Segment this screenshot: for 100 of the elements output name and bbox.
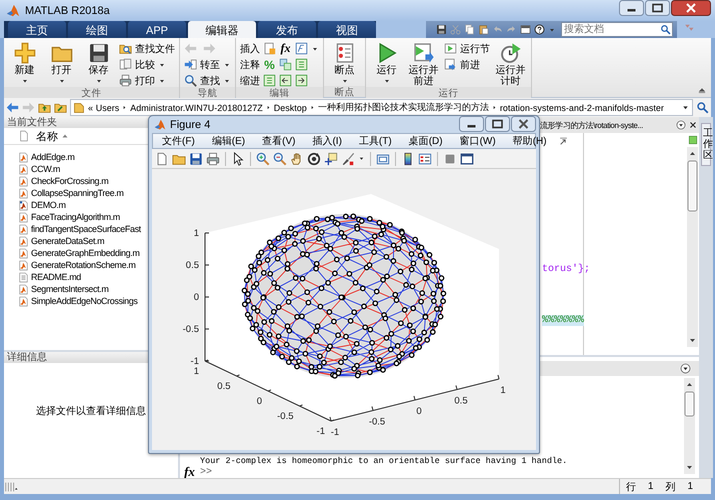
ribbon-tab[interactable]: 主页 — [8, 21, 66, 38]
column-name[interactable]: 名称 — [36, 128, 69, 144]
scrollbar[interactable] — [687, 147, 698, 347]
function-browser-button[interactable]: fx — [182, 464, 197, 480]
ribbon-tab[interactable]: APP — [128, 21, 186, 38]
menu-item[interactable]: 查看(V) — [257, 134, 300, 148]
ribbon-button[interactable]: 转至 — [184, 58, 231, 71]
caret-icon[interactable] — [20, 77, 28, 85]
file-name[interactable]: SegmentsIntersect.m — [31, 284, 108, 294]
close-icon[interactable] — [689, 121, 697, 129]
decrease-indent-icon[interactable] — [279, 74, 292, 87]
search-field[interactable]: 搜索文档 — [561, 22, 673, 37]
breadcrumb-separator-icon[interactable] — [266, 105, 271, 110]
editor-tab-title[interactable]: 流形学习的方法\rotation-syste... — [540, 120, 673, 130]
ribbon-button[interactable]: 断点 — [328, 40, 361, 86]
file-name[interactable]: README.md — [31, 272, 81, 282]
ribbon-button[interactable]: 运行并计时 — [494, 40, 527, 87]
menu-item[interactable]: 窗口(W) — [454, 134, 501, 148]
grip-icon[interactable] — [4, 480, 18, 494]
brush-icon[interactable] — [341, 152, 355, 166]
back-arrow-icon[interactable] — [6, 101, 19, 114]
zoom-in-icon[interactable] — [256, 152, 270, 166]
increase-indent-icon[interactable] — [295, 74, 308, 87]
search-icon[interactable] — [696, 101, 709, 114]
file-name[interactable]: GenerateGraphEmbedding.m — [31, 248, 140, 258]
workspace-tab[interactable]: 工作区 — [701, 123, 711, 166]
scrollbar[interactable] — [684, 378, 695, 474]
help-icon[interactable] — [534, 24, 545, 35]
maximize-button[interactable] — [645, 0, 670, 16]
pointer-icon[interactable] — [231, 152, 245, 166]
function-box-icon[interactable] — [295, 42, 308, 55]
file-name[interactable]: GenerateRotationScheme.m — [31, 260, 136, 270]
path-bar[interactable]: « Users Administrator.WIN7U-20180127Z Desktop 一种利用拓扑图论技术实现流形学习的方法 rotation-systems-and-2-manifolds-master — [70, 99, 693, 116]
dropdown-circle-icon[interactable] — [676, 120, 686, 130]
menu-item[interactable]: 插入(I) — [307, 134, 347, 148]
minimize-button[interactable] — [619, 0, 644, 16]
legend-icon[interactable] — [418, 152, 432, 166]
menu-item[interactable]: 桌面(D) — [404, 134, 448, 148]
folder-browse-icon[interactable] — [54, 101, 67, 114]
undock-arrow-icon[interactable] — [558, 136, 568, 146]
caret-icon[interactable] — [382, 77, 390, 85]
breadcrumb[interactable]: Administrator.WIN7U-20180127Z — [130, 102, 263, 112]
minimize-button[interactable] — [459, 116, 484, 132]
command-prompt[interactable]: >> — [200, 466, 212, 478]
breadcrumb-separator-icon[interactable] — [492, 105, 497, 110]
ribbon-button[interactable]: 保存 — [82, 40, 115, 87]
insert-page-icon[interactable] — [263, 42, 276, 55]
file-name[interactable]: GenerateDataSet.m — [31, 236, 104, 246]
ribbon-button[interactable]: 打印 — [119, 74, 175, 87]
menu-item[interactable]: 帮助(H) — [508, 134, 552, 148]
menu-item[interactable]: 工具(T) — [354, 134, 397, 148]
file-name[interactable]: findTangentSpaceSurfaceFast — [31, 224, 141, 234]
caret-icon[interactable] — [58, 77, 66, 85]
data-cursor-icon[interactable] — [324, 152, 338, 166]
ribbon-button[interactable]: 插入 — [240, 42, 260, 56]
menu-item[interactable]: 编辑(E) — [206, 134, 250, 148]
rotate-icon[interactable] — [307, 152, 321, 166]
ribbon-tab[interactable]: 视图 — [318, 21, 376, 38]
ribbon-button[interactable]: 注释 — [240, 58, 260, 72]
breadcrumb[interactable]: Desktop — [274, 102, 307, 112]
close-button[interactable] — [511, 116, 536, 132]
plot-window-icon[interactable] — [376, 152, 390, 166]
ribbon-button[interactable]: 打开 — [45, 40, 78, 87]
ribbon-button[interactable]: 运行节 — [444, 42, 490, 55]
maximize-button[interactable] — [485, 116, 510, 132]
save-icon[interactable] — [436, 24, 447, 35]
file-name[interactable]: AddEdge.m — [31, 152, 74, 162]
window-icon[interactable] — [520, 24, 531, 35]
ribbon-tab[interactable]: 发布 — [258, 21, 316, 38]
ribbon-button[interactable]: 缩进 — [240, 74, 260, 88]
ribbon-button[interactable]: 运行 — [370, 40, 403, 87]
menu-item[interactable]: 文件(F) — [157, 134, 200, 148]
file-name[interactable]: CollapseSpanningTree.m — [31, 188, 124, 198]
ribbon-button[interactable]: 查找 — [184, 74, 231, 87]
ribbon-button[interactable]: 新建 — [8, 40, 41, 87]
window-icon[interactable] — [460, 152, 474, 166]
ribbon-button[interactable]: 运行并前进 — [407, 40, 440, 87]
file-name[interactable]: CCW.m — [31, 164, 60, 174]
breadcrumb-separator-icon[interactable] — [122, 105, 128, 110]
ribbon-button[interactable]: 查找文件 — [119, 42, 175, 55]
ribbon-button[interactable]: 前进 — [444, 58, 490, 71]
zoom-out-icon[interactable] — [273, 152, 287, 166]
ribbon-tab[interactable]: 绘图 — [68, 21, 126, 38]
breadcrumb[interactable]: 一种利用拓扑图论技术实现流形学习的方法 — [318, 101, 489, 114]
ribbon-button[interactable]: 比较 — [119, 58, 175, 71]
function-button[interactable]: fx — [279, 41, 292, 56]
ribbon-tab[interactable]: 编辑器 — [188, 21, 256, 38]
printer-icon[interactable] — [206, 152, 220, 166]
folder-up-icon[interactable] — [38, 101, 51, 114]
file-name[interactable]: DEMO.m — [31, 200, 66, 210]
copy-icon[interactable] — [464, 24, 475, 35]
breadcrumb[interactable]: rotation-systems-and-2-manifolds-master — [500, 102, 664, 112]
paste-icon[interactable] — [478, 24, 489, 35]
file-name[interactable]: SimpleAddEdgeNoCrossings — [31, 296, 138, 306]
breadcrumb[interactable]: Users — [96, 102, 120, 112]
breadcrumb-separator-icon[interactable] — [310, 105, 315, 110]
new-page-icon[interactable] — [155, 152, 169, 166]
dropdown-circle-icon[interactable] — [680, 363, 691, 374]
file-name[interactable]: FaceTracingAlgorithm.m — [31, 212, 120, 222]
caret-icon[interactable] — [94, 77, 102, 85]
